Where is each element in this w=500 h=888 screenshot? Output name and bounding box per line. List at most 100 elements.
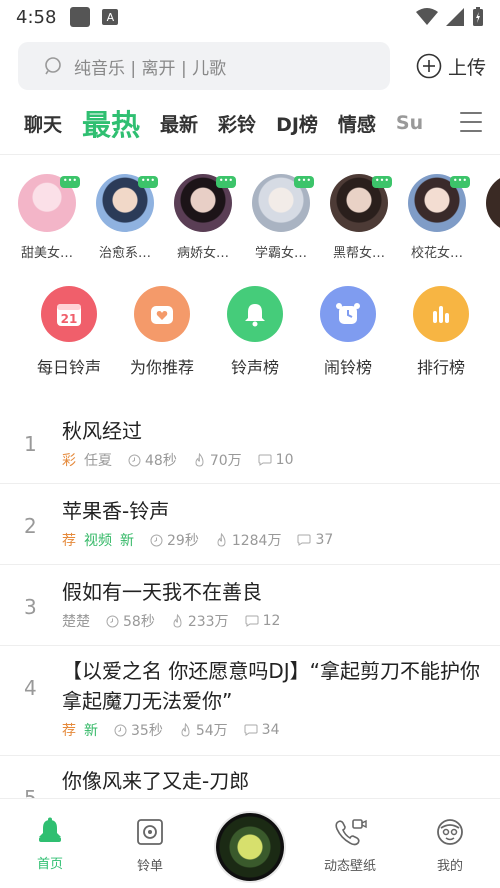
nav-label: 铃单 <box>136 859 163 874</box>
tag-video: 视频 <box>84 533 112 549</box>
song-list: 1 秋风经过 彩 任夏 48秒 70万 10 2 苹果香-铃声 荐 视频 新 2… <box>0 404 500 816</box>
avatar-name: 治愈系… <box>98 246 151 261</box>
avatar-name: 学霸女… <box>254 246 307 261</box>
table-row[interactable]: 3 假如有一天我不在善良 楚楚 58秒 233万 12 <box>0 565 500 646</box>
comments: 37 <box>297 532 333 548</box>
profile-icon <box>437 819 463 845</box>
bell-icon <box>227 286 283 342</box>
comment-icon <box>258 454 272 466</box>
rank-number: 3 <box>24 595 37 619</box>
nav-now-playing[interactable] <box>200 799 300 888</box>
avatar-item[interactable]: ••• 治愈系… <box>96 174 158 264</box>
feature-ringtone-chart[interactable]: 铃声榜 <box>216 286 294 378</box>
likes-value: 54万 <box>195 723 228 739</box>
nav-label: 我的 <box>436 859 463 874</box>
duration: 29秒 <box>150 530 199 550</box>
avatar-item[interactable]: ••• 甜美女… <box>18 174 80 264</box>
avatar-item[interactable]: ••• 病娇女… <box>174 174 236 264</box>
avatar: ••• <box>96 174 158 232</box>
fire-icon <box>217 533 226 547</box>
likes-value: 233万 <box>187 614 229 630</box>
plus-circle-icon <box>416 53 442 79</box>
avatar-name: 甜美女… <box>20 246 73 261</box>
nav-playlist[interactable]: 铃单 <box>100 799 200 888</box>
tag-new: 新 <box>120 533 134 549</box>
avatar-item[interactable]: ••• 黑帮女… <box>330 174 392 264</box>
tab-newest[interactable]: 最新 <box>160 110 198 137</box>
song-title: 你像风来了又走-刀郎 <box>62 769 250 793</box>
tab-chat[interactable]: 聊天 <box>24 110 62 137</box>
likes-value: 1284万 <box>231 533 282 549</box>
song-meta: 彩 任夏 48秒 70万 10 <box>62 450 484 470</box>
duration-value: 29秒 <box>167 533 199 549</box>
song-title: 【以爱之名 你还愿意吗DJ】“拿起剪刀不能护你 拿起魔刀无法爱你” <box>62 659 481 713</box>
likes-value: 70万 <box>209 453 242 469</box>
feature-daily-ringtone[interactable]: 21 每日铃声 <box>30 286 108 378</box>
avatar <box>486 174 500 232</box>
clock-icon <box>114 724 127 736</box>
song-title: 苹果香-铃声 <box>62 499 170 523</box>
comments: 12 <box>245 613 280 629</box>
avatar: ••• <box>408 174 470 232</box>
duration-value: 58秒 <box>123 614 155 630</box>
notification-icon <box>70 7 91 27</box>
avatar-name: 校花女… <box>410 246 463 261</box>
tabs-menu-icon[interactable] <box>460 112 482 132</box>
tag-recommend: 荐 <box>62 533 76 549</box>
song-meta: 楚楚 58秒 233万 12 <box>62 611 484 631</box>
feature-alarm-chart[interactable]: 闹铃榜 <box>309 286 387 378</box>
comment-icon <box>245 615 259 627</box>
tab-more[interactable]: Su <box>396 112 423 134</box>
fire-icon <box>173 614 182 628</box>
table-row[interactable]: 4 【以爱之名 你还愿意吗DJ】“拿起剪刀不能护你 拿起魔刀无法爱你” 荐 新 … <box>0 646 500 756</box>
nav-live-wallpaper[interactable]: 动态壁纸 <box>300 799 400 888</box>
duration-value: 35秒 <box>131 723 163 739</box>
fire-icon <box>181 723 190 737</box>
clock-icon <box>150 534 163 546</box>
nav-label: 动态壁纸 <box>323 859 376 874</box>
comments-value: 10 <box>275 452 294 468</box>
clock-icon <box>106 615 119 627</box>
battery-icon <box>473 7 483 26</box>
nav-home[interactable]: 首页 <box>0 799 100 888</box>
now-playing-disc-icon[interactable] <box>216 813 284 881</box>
nav-profile[interactable]: 我的 <box>400 799 500 888</box>
wifi-icon <box>416 8 438 25</box>
comment-icon <box>244 724 258 736</box>
bottom-nav: 首页 铃单 动态壁纸 我的 <box>0 798 500 888</box>
feature-label: 排行榜 <box>416 358 465 377</box>
avatar: ••• <box>174 174 236 232</box>
keyboard-icon: A <box>102 9 119 25</box>
alarm-clock-icon <box>320 286 376 342</box>
duration-value: 48秒 <box>145 453 177 469</box>
tag-new: 新 <box>84 723 98 739</box>
tab-hottest[interactable]: 最热 <box>82 102 140 144</box>
tab-emotion[interactable]: 情感 <box>338 110 376 137</box>
avatar-item[interactable]: ••• 校花女… <box>408 174 470 264</box>
chat-badge-icon: ••• <box>294 176 314 188</box>
search-input[interactable]: 纯音乐 | 离开 | 儿歌 <box>18 42 390 90</box>
feature-label: 闹铃榜 <box>323 358 372 377</box>
song-meta: 荐 新 35秒 54万 34 <box>62 720 484 740</box>
feature-ranking[interactable]: 排行榜 <box>402 286 480 378</box>
avatar-name: 黑帮女… <box>332 246 385 261</box>
feature-shortcuts: 21 每日铃声 为你推荐 铃声榜 闹铃榜 排行榜 <box>30 286 480 378</box>
tab-ringback[interactable]: 彩铃 <box>218 110 256 137</box>
feature-recommend[interactable]: 为你推荐 <box>123 286 201 378</box>
tab-dj-chart[interactable]: DJ榜 <box>276 110 318 137</box>
comments: 10 <box>258 452 294 468</box>
heart-tv-icon <box>134 286 190 342</box>
comments-value: 37 <box>315 532 334 548</box>
avatar-item[interactable]: 超 <box>486 174 500 264</box>
comments-value: 34 <box>261 722 280 738</box>
upload-button[interactable]: 上传 <box>416 53 486 80</box>
table-row[interactable]: 1 秋风经过 彩 任夏 48秒 70万 10 <box>0 404 500 484</box>
table-row[interactable]: 2 苹果香-铃声 荐 视频 新 29秒 1284万 37 <box>0 484 500 565</box>
playlist-icon <box>137 819 163 845</box>
chat-badge-icon: ••• <box>450 176 470 188</box>
status-bar: 4:58 A <box>0 0 500 34</box>
rank-number: 1 <box>24 432 37 456</box>
avatar-item[interactable]: ••• 学霸女… <box>252 174 314 264</box>
nav-label: 首页 <box>36 857 63 872</box>
feature-label: 为你推荐 <box>129 358 194 377</box>
